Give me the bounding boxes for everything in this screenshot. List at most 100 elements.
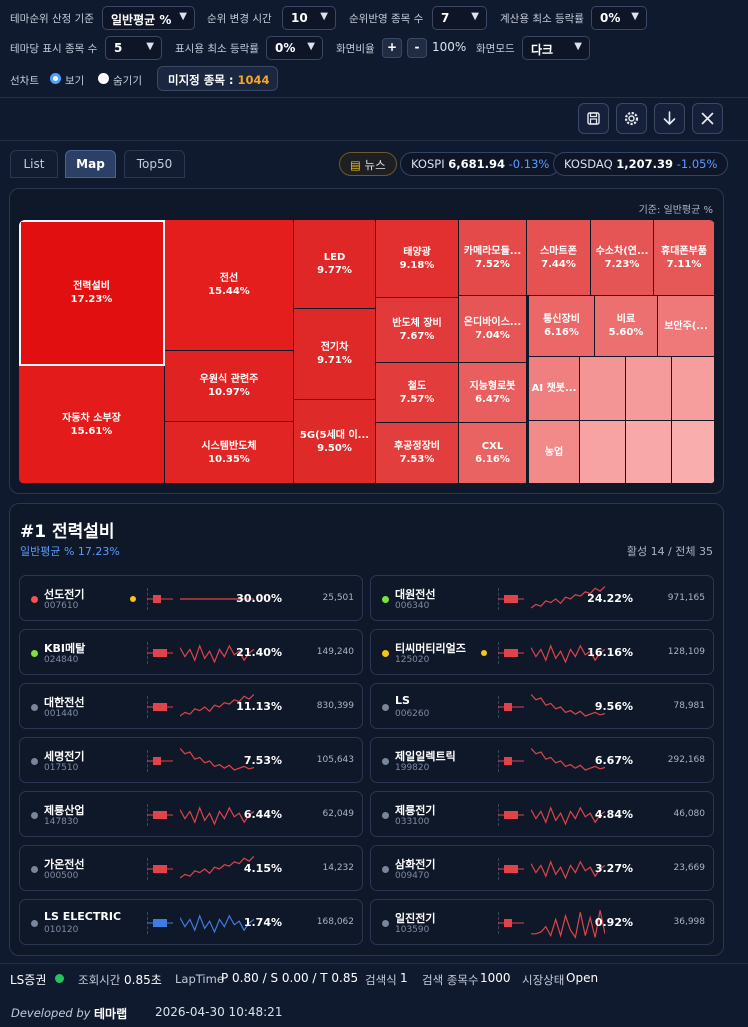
stock-change-pct: 21.40% xyxy=(236,646,282,659)
stock-card[interactable]: 제룡전기 033100 4.84% 46,080 xyxy=(370,791,714,837)
stock-card[interactable]: KBI메탈 024840 21.40% 149,240 xyxy=(19,629,363,675)
theme-tile[interactable] xyxy=(672,421,715,484)
theme-tile[interactable]: 철도 7.57% xyxy=(376,363,459,423)
stock-code: 007610 xyxy=(44,601,79,611)
theme-tile[interactable]: 스마트폰 7.44% xyxy=(527,220,591,296)
theme-tile[interactable]: 지능형로봇 6.47% xyxy=(459,363,527,423)
stock-volume: 36,998 xyxy=(673,917,706,927)
stock-card[interactable]: 일진전기 103590 0.92% 36,998 xyxy=(370,899,714,945)
news-button[interactable]: ▤ 뉴스 xyxy=(339,152,397,176)
alert-dot xyxy=(481,650,487,656)
price-range-glyph xyxy=(147,703,173,711)
tab-list[interactable]: List xyxy=(10,150,58,178)
tab-map[interactable]: Map xyxy=(65,150,116,178)
stock-card[interactable]: 세명전기 017510 7.53% 105,643 xyxy=(19,737,363,783)
stock-code: 024840 xyxy=(44,655,79,665)
theme-tile[interactable] xyxy=(626,421,672,484)
theme-tile[interactable]: 태양광 9.18% xyxy=(376,220,459,298)
theme-tile[interactable]: 농업 xyxy=(529,421,580,484)
stock-code: 009470 xyxy=(395,871,430,881)
theme-tile[interactable]: 5G(5세대 이... 9.50% xyxy=(294,400,376,484)
theme-tile[interactable]: LED 9.77% xyxy=(294,220,376,309)
theme-tile-name: 전기차 xyxy=(320,342,349,353)
theme-tile-value: 9.71% xyxy=(317,355,352,366)
theme-tile[interactable]: 우원식 관련주 10.97% xyxy=(165,351,294,422)
index-name: KOSPI xyxy=(411,157,445,171)
stock-volume: 25,501 xyxy=(322,593,355,603)
download-button[interactable] xyxy=(654,103,685,134)
theme-tile[interactable] xyxy=(580,357,626,421)
mode-select[interactable]: 다크 ▼ xyxy=(522,36,590,60)
stocks-per-theme-value: 5 xyxy=(114,41,123,55)
theme-tile[interactable]: 카메라모듈... 7.52% xyxy=(459,220,527,296)
stock-code: 001440 xyxy=(44,709,79,719)
rank-stock-count-select[interactable]: 7 ▼ xyxy=(432,6,487,30)
display-min-rate-select[interactable]: 0% ▼ xyxy=(266,36,323,60)
alert-dot xyxy=(130,596,136,602)
save-button[interactable] xyxy=(578,103,609,134)
theme-tile[interactable]: 반도체 장비 7.67% xyxy=(376,298,459,363)
theme-rank-basis-select[interactable]: 일반평균 % ▼ xyxy=(102,6,195,30)
stock-card[interactable]: 삼화전기 009470 3.27% 23,669 xyxy=(370,845,714,891)
preview-hide-label: 숨기기 xyxy=(113,75,142,87)
unassigned-badge[interactable]: 미지정 종목 : 1044 xyxy=(157,66,278,91)
theme-tile[interactable]: 통신장비 6.16% xyxy=(529,296,595,357)
theme-tile[interactable]: 온디바이스... 7.04% xyxy=(459,296,527,363)
theme-tile[interactable]: 수소차(연... 7.23% xyxy=(591,220,654,296)
stock-card[interactable]: 가온전선 000500 4.15% 14,232 xyxy=(19,845,363,891)
theme-tile-value: 9.77% xyxy=(317,265,352,276)
theme-tile-name: 수소차(연... xyxy=(595,245,649,257)
status-dot xyxy=(382,704,389,711)
developed-by-label: Developed by xyxy=(11,1006,91,1020)
detail-subtitle: 일반평균 % 17.23% xyxy=(20,545,120,558)
stock-change-pct: 6.44% xyxy=(243,808,282,821)
theme-tile[interactable]: CXL 6.16% xyxy=(459,423,527,484)
stock-card[interactable]: 제룡산업 147830 6.44% 62,049 xyxy=(19,791,363,837)
stocks-per-theme-select[interactable]: 5 ▼ xyxy=(105,36,162,60)
zoom-out-button[interactable]: - xyxy=(407,38,427,58)
theme-tile[interactable]: 비료 5.60% xyxy=(595,296,658,357)
theme-tile[interactable]: 후공정장비 7.53% xyxy=(376,423,459,484)
theme-tile-value: 7.53% xyxy=(399,454,435,465)
stock-card[interactable]: LS 006260 9.56% 78,981 xyxy=(370,683,714,729)
stock-card[interactable]: 대원전선 006340 24.22% 971,165 xyxy=(370,575,714,621)
theme-tile[interactable]: 전기차 9.71% xyxy=(294,309,376,400)
stock-card[interactable]: 대한전선 001440 11.13% 830,399 xyxy=(19,683,363,729)
chevron-down-icon: ▼ xyxy=(320,11,328,22)
stock-card[interactable]: 선도전기 007610 30.00% 25,501 xyxy=(19,575,363,621)
theme-tile-name: 태양광 xyxy=(403,246,431,258)
price-range-glyph xyxy=(147,811,173,819)
calc-min-rate-select[interactable]: 0% ▼ xyxy=(591,6,647,30)
preview-hide-radio[interactable] xyxy=(98,73,109,84)
stock-card[interactable]: LS ELECTRIC 010120 1.74% 168,062 xyxy=(19,899,363,945)
stock-card[interactable]: 티씨머티리얼즈 125020 16.16% 128,109 xyxy=(370,629,714,675)
theme-tile[interactable]: 보안주(... xyxy=(658,296,715,357)
stock-volume: 128,109 xyxy=(667,647,705,657)
detail-title: #1 전력설비 xyxy=(20,522,115,542)
theme-tile[interactable]: 전력설비 17.23% xyxy=(19,220,165,366)
theme-tile-name: 후공정장비 xyxy=(394,441,440,452)
zoom-in-button[interactable]: + xyxy=(382,38,402,58)
rank-change-time-select[interactable]: 10 ▼ xyxy=(282,6,336,30)
theme-tile[interactable]: 시스템반도체 10.35% xyxy=(165,422,294,484)
theme-tile-value: 5.60% xyxy=(608,327,644,338)
theme-tile[interactable] xyxy=(672,357,715,421)
theme-tile-name: 보안주(... xyxy=(664,320,708,332)
theme-tile[interactable]: 휴대폰부품 7.11% xyxy=(654,220,715,296)
calc-min-rate-value: 0% xyxy=(600,11,621,25)
theme-tile[interactable] xyxy=(580,421,626,484)
query-time-label: 조회시간 xyxy=(78,973,121,987)
theme-tile-name: 전력설비 xyxy=(73,280,110,292)
close-button[interactable] xyxy=(692,103,723,134)
theme-tile-name: 반도체 장비 xyxy=(392,318,442,329)
stock-card[interactable]: 제일일렉트릭 199820 6.67% 292,168 xyxy=(370,737,714,783)
preview-label: 선차트 xyxy=(10,75,39,87)
theme-tile[interactable]: 자동차 소부장 15.61% xyxy=(19,366,165,484)
theme-tile[interactable]: AI 챗봇... xyxy=(529,357,580,421)
settings-button[interactable] xyxy=(616,103,647,134)
theme-tile[interactable] xyxy=(626,357,672,421)
theme-tile[interactable]: 전선 15.44% xyxy=(165,220,294,351)
stock-name: LS xyxy=(395,694,410,707)
tab-top50[interactable]: Top50 xyxy=(124,150,185,178)
preview-show-radio[interactable] xyxy=(50,73,61,84)
